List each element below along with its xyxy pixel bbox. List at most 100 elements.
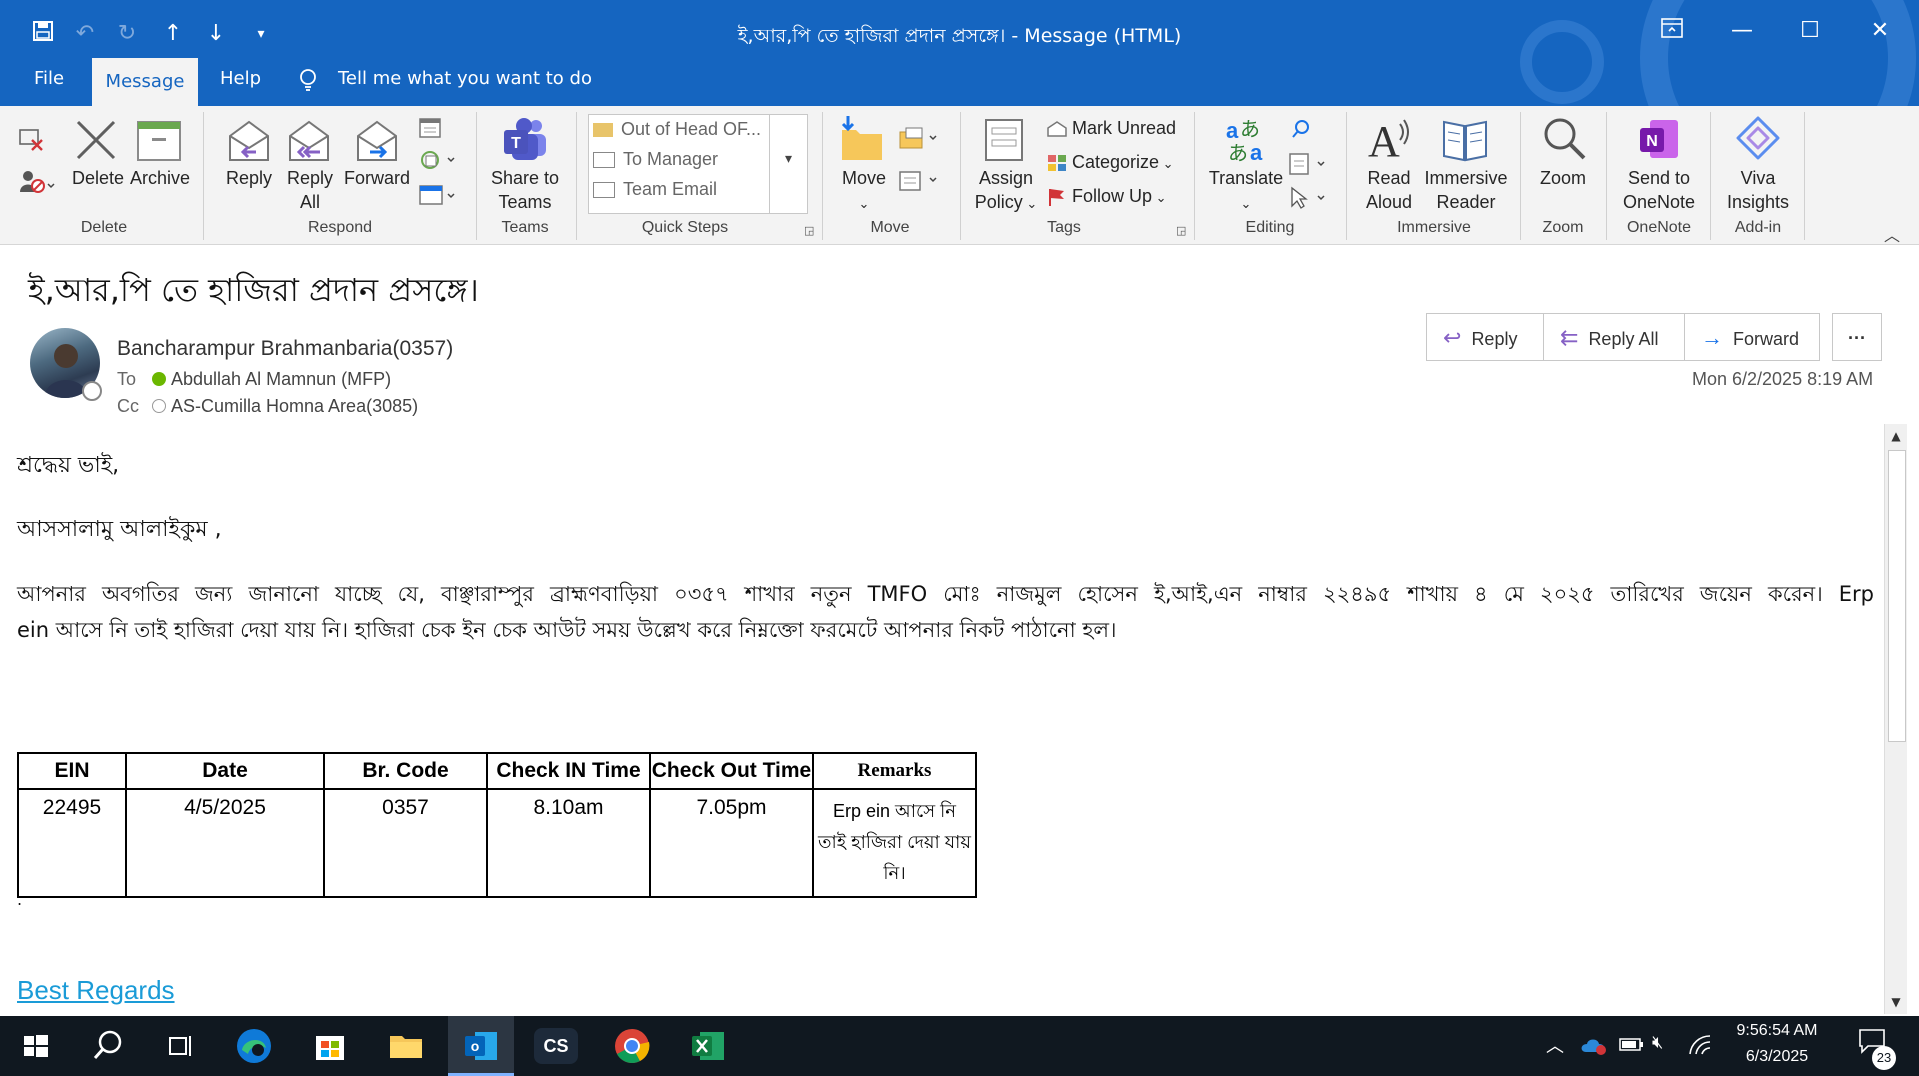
battery-icon[interactable] <box>1618 1034 1644 1059</box>
file-explorer-icon[interactable] <box>386 1026 426 1066</box>
share-to-teams-button[interactable]: Share to Teams <box>486 166 564 214</box>
assign-policy-icon[interactable] <box>982 116 1026 168</box>
minimize-icon[interactable]: — <box>1722 18 1762 43</box>
ignore-icon[interactable] <box>18 126 46 156</box>
sender-name[interactable]: Bancharampur Brahmanbaria(0357) <box>117 337 453 361</box>
quick-steps-expand-button[interactable]: ▾ <box>769 115 807 213</box>
chrome-icon[interactable] <box>612 1026 652 1066</box>
ribbon-separator <box>822 112 823 240</box>
translate-icon[interactable]: aああa <box>1224 116 1268 166</box>
tab-message[interactable]: Message <box>92 58 198 106</box>
to-recipient[interactable]: Abdullah Al Mamnun (MFP) <box>171 369 391 390</box>
reply-action-button[interactable]: ↩ Reply <box>1426 313 1544 361</box>
reply-all-action-button[interactable]: ⇇ Reply All <box>1543 313 1685 361</box>
quick-step-item[interactable]: Out of Head OF... <box>593 119 761 140</box>
rules-icon[interactable] <box>898 126 942 156</box>
cs-app-icon[interactable]: CS <box>534 1016 578 1076</box>
forward-button[interactable]: Forward <box>342 166 412 190</box>
windows-start-icon[interactable] <box>16 1026 56 1066</box>
immersive-reader-icon[interactable] <box>1440 116 1490 166</box>
dialog-launcher-icon[interactable]: ◲ <box>804 224 814 237</box>
close-icon[interactable]: ✕ <box>1860 18 1900 43</box>
notification-count-badge: 23 <box>1872 1046 1896 1070</box>
onedrive-error-icon[interactable] <box>1580 1036 1608 1061</box>
scrollbar-thumb[interactable] <box>1888 450 1906 742</box>
reply-button[interactable]: Reply <box>218 166 280 190</box>
collapse-ribbon-icon[interactable]: ︿ <box>1884 222 1900 246</box>
edge-icon[interactable] <box>234 1026 274 1066</box>
follow-up-button[interactable]: Follow Up ⌄ <box>1046 186 1167 207</box>
mark-unread-button[interactable]: Mark Unread <box>1046 118 1176 139</box>
show-hidden-icons-icon[interactable]: ︿ <box>1546 1032 1564 1058</box>
meeting-icon[interactable] <box>418 116 444 144</box>
ribbon-separator <box>960 112 961 240</box>
wifi-icon[interactable] <box>1688 1034 1714 1061</box>
archive-icon[interactable] <box>136 120 182 166</box>
onenote-icon[interactable]: N <box>1636 116 1682 166</box>
store-icon[interactable] <box>310 1026 350 1066</box>
team-respond-icon[interactable] <box>418 148 458 178</box>
categorize-button[interactable]: Categorize ⌄ <box>1046 152 1174 173</box>
find-icon[interactable] <box>1290 118 1312 144</box>
archive-button[interactable]: Archive <box>128 166 192 190</box>
best-regards-link[interactable]: Best Regards <box>17 975 175 1006</box>
clock-time[interactable]: 9:56:54 AM <box>1722 1022 1832 1040</box>
reply-icon[interactable] <box>226 118 272 168</box>
read-aloud-button[interactable]: Read Aloud <box>1356 166 1422 214</box>
vertical-scrollbar[interactable]: ▲ ▼ <box>1884 424 1907 1014</box>
tab-file[interactable]: File <box>34 68 64 89</box>
reply-all-icon[interactable] <box>286 118 332 168</box>
volume-muted-icon[interactable]: 🔇︎ <box>1652 1032 1663 1053</box>
zoom-button[interactable]: Zoom <box>1530 166 1596 190</box>
maximize-icon[interactable]: ☐ <box>1790 18 1830 43</box>
immersive-reader-button[interactable]: Immersive Reader <box>1420 166 1512 214</box>
clock-date[interactable]: 6/3/2025 <box>1722 1048 1832 1066</box>
unknown-status-icon <box>152 399 166 413</box>
read-aloud-icon[interactable]: A <box>1366 116 1412 166</box>
translate-button[interactable]: Translate ⌄ <box>1204 166 1288 216</box>
assign-policy-button[interactable]: Assign Policy ⌄ <box>968 166 1044 216</box>
ribbon-separator <box>1520 112 1521 240</box>
viva-insights-icon[interactable] <box>1734 114 1782 166</box>
delete-icon[interactable] <box>74 118 118 166</box>
teams-icon[interactable]: T <box>500 116 550 168</box>
dialog-launcher-icon[interactable]: ◲ <box>1176 224 1186 237</box>
viva-insights-button[interactable]: Viva Insights <box>1716 166 1800 214</box>
select-icon[interactable] <box>1288 186 1328 214</box>
outlook-taskbar-active[interactable]: o <box>448 1016 514 1076</box>
group-label-move: Move <box>870 219 910 236</box>
quick-step-label: To Manager <box>623 149 719 169</box>
read-aloud-label-2: Aloud <box>1365 192 1413 212</box>
task-view-icon[interactable] <box>160 1026 200 1066</box>
ribbon-display-options-icon[interactable] <box>1652 18 1692 44</box>
forward-icon[interactable] <box>354 118 400 168</box>
more-respond-icon[interactable] <box>418 182 458 212</box>
forward-action-button[interactable]: → Forward <box>1684 313 1820 361</box>
svg-text:a: a <box>1226 118 1239 143</box>
zoom-icon[interactable] <box>1542 116 1588 166</box>
quick-step-item[interactable]: To Manager <box>593 149 718 170</box>
more-actions-button[interactable]: ··· <box>1832 313 1882 361</box>
search-icon[interactable] <box>88 1026 128 1066</box>
table-row: 22495 4/5/2025 0357 8.10am 7.05pm Erp ei… <box>17 788 977 898</box>
move-folder-icon[interactable] <box>838 114 886 168</box>
tell-me-search[interactable]: Tell me what you want to do <box>338 68 592 89</box>
junk-icon[interactable] <box>18 168 56 198</box>
mark-unread-label: Mark Unread <box>1072 118 1177 138</box>
send-to-onenote-button[interactable]: Send to OneNote <box>1614 166 1704 214</box>
reply-all-button[interactable]: Reply All <box>280 166 340 214</box>
move-button[interactable]: Move ⌄ <box>834 166 894 216</box>
delete-button[interactable]: Delete <box>64 166 132 190</box>
onenote-actions-icon[interactable] <box>898 168 942 198</box>
scroll-down-icon[interactable]: ▼ <box>1885 990 1907 1014</box>
envelope-forward-icon <box>593 152 615 169</box>
excel-icon[interactable] <box>688 1026 728 1066</box>
reply-all-arrow-icon: ⇇ <box>1560 325 1579 350</box>
attendance-table: EIN Date Br. Code Check IN Time Check Ou… <box>17 752 977 898</box>
quick-step-item[interactable]: Team Email <box>593 179 717 200</box>
related-icon[interactable] <box>1288 152 1328 180</box>
scroll-up-icon[interactable]: ▲ <box>1885 424 1907 448</box>
greeting-text: শ্রদ্ধেয় ভাই, <box>17 453 120 478</box>
tab-help[interactable]: Help <box>220 68 261 89</box>
cc-recipient[interactable]: AS-Cumilla Homna Area(3085) <box>171 396 418 417</box>
